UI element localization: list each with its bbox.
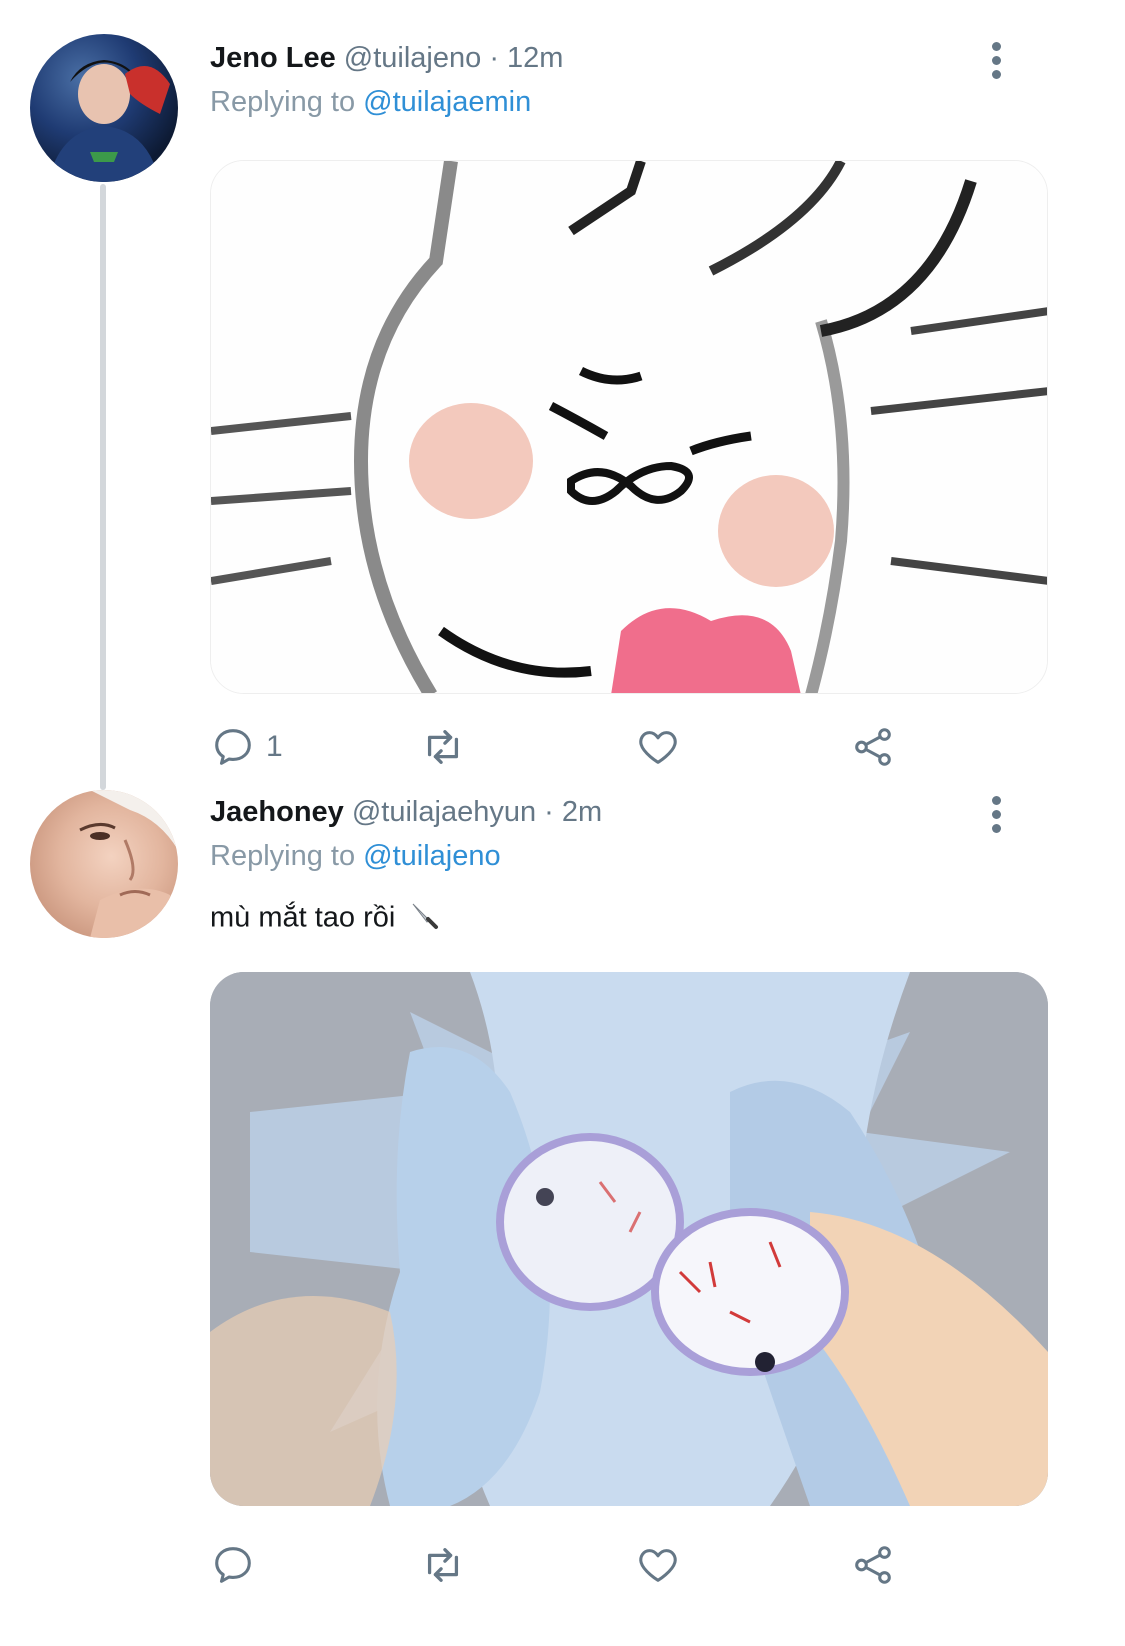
separator: · bbox=[544, 796, 554, 828]
reply-icon bbox=[215, 1547, 251, 1583]
retweet-icon bbox=[427, 730, 459, 764]
replying-to: Replying to @tuilajeno bbox=[210, 838, 501, 874]
tweet-text-container: mù mắt tao rồi bbox=[210, 900, 439, 938]
heart-icon bbox=[639, 1549, 677, 1582]
tweet-text: mù mắt tao rồi bbox=[210, 901, 396, 934]
replying-to: Replying to @tuilajaemin bbox=[210, 84, 531, 120]
share-icon bbox=[855, 1546, 891, 1584]
bunny-sticker-icon bbox=[211, 161, 1047, 693]
share-button[interactable] bbox=[850, 722, 896, 772]
knife-icon bbox=[409, 900, 439, 938]
share-button[interactable] bbox=[850, 1540, 896, 1590]
tweet-jaehoney[interactable]: Jaehoney @tuilajaehyun · 2m Replying to … bbox=[0, 790, 1125, 1646]
tweet-jeno[interactable]: Jeno Lee @tuilajeno · 12m Replying to @t… bbox=[0, 0, 1125, 790]
reply-button[interactable]: 1 bbox=[210, 722, 283, 772]
replying-label: Replying to bbox=[210, 86, 356, 118]
like-button[interactable] bbox=[635, 722, 681, 772]
retweet-button[interactable] bbox=[420, 1540, 466, 1590]
tweet-media-image[interactable] bbox=[210, 972, 1048, 1506]
tweet-media-image[interactable] bbox=[210, 160, 1048, 694]
display-name[interactable]: Jaehoney bbox=[210, 796, 344, 828]
retweet-icon bbox=[427, 1548, 459, 1582]
thread-line bbox=[100, 184, 106, 790]
heart-icon bbox=[639, 731, 677, 764]
timestamp[interactable]: 2m bbox=[562, 796, 602, 828]
avatar[interactable] bbox=[30, 790, 178, 938]
user-handle[interactable]: @tuilajaehyun bbox=[352, 796, 536, 828]
retweet-button[interactable] bbox=[420, 722, 466, 772]
hands-holding-eyeballs-icon bbox=[210, 972, 1048, 1506]
more-options-icon[interactable] bbox=[990, 42, 1002, 79]
tweet-actions: 1 bbox=[210, 722, 910, 772]
replying-label: Replying to bbox=[210, 840, 356, 872]
separator: · bbox=[489, 42, 499, 74]
reply-icon bbox=[215, 729, 251, 765]
profile-photo-icon bbox=[79, 790, 178, 938]
reply-count: 1 bbox=[266, 730, 283, 763]
tweet-header: Jaehoney @tuilajaehyun · 2m bbox=[210, 794, 602, 830]
share-icon bbox=[855, 728, 891, 766]
more-options-icon[interactable] bbox=[990, 796, 1002, 833]
display-name[interactable]: Jeno Lee bbox=[210, 42, 336, 74]
user-handle[interactable]: @tuilajeno bbox=[344, 42, 481, 74]
like-button[interactable] bbox=[635, 1540, 681, 1590]
avatar[interactable] bbox=[30, 34, 178, 182]
replying-mention[interactable]: @tuilajaemin bbox=[363, 86, 531, 118]
reply-button[interactable] bbox=[210, 1540, 266, 1590]
replying-mention[interactable]: @tuilajeno bbox=[363, 840, 500, 872]
profile-photo-icon bbox=[48, 60, 170, 182]
timestamp[interactable]: 12m bbox=[507, 42, 563, 74]
tweet-actions bbox=[210, 1540, 910, 1590]
tweet-header: Jeno Lee @tuilajeno · 12m bbox=[210, 40, 563, 76]
